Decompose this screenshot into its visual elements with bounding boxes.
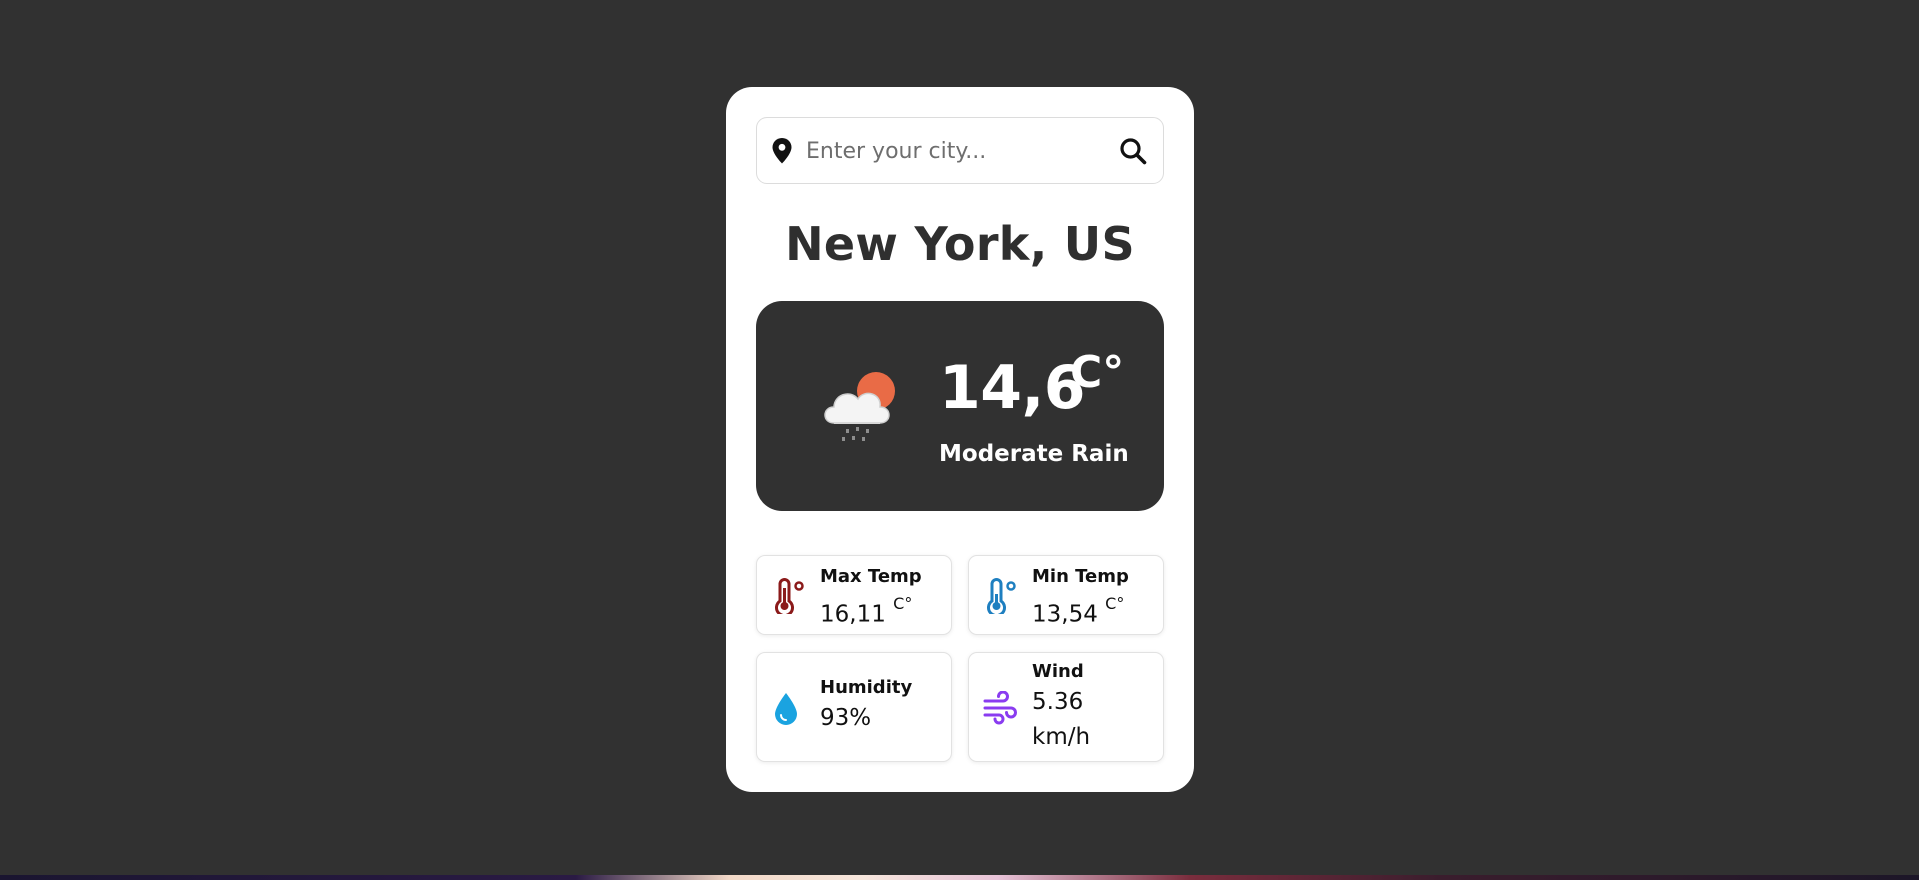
humidity-value: 93% [820, 705, 872, 731]
water-drop-icon [775, 693, 797, 725]
current-weather-panel: 14,6 C° Moderate Rain [756, 301, 1164, 511]
wind-label: Wind [1032, 661, 1084, 682]
location-pin-icon [772, 138, 792, 164]
min-temp-label: Min Temp [1032, 566, 1129, 587]
search-icon[interactable] [1119, 137, 1147, 165]
wind-unit: km/h [1032, 724, 1091, 750]
max-temp-value: 16,11 C° [820, 594, 913, 628]
thermometer-hot-icon [775, 578, 804, 614]
weather-card: New York, US 14,6 C° Moderate Rain [726, 87, 1194, 792]
city-search-input[interactable] [806, 132, 1106, 170]
current-temperature: 14,6 [939, 353, 1086, 423]
wind-tile: Wind 5.36 km/h [968, 652, 1164, 762]
taskbar-strip [0, 875, 1919, 880]
max-temp-tile: Max Temp 16,11 C° [756, 555, 952, 635]
wind-icon [983, 691, 1017, 725]
humidity-tile: Humidity 93% [756, 652, 952, 762]
thermometer-cold-icon [987, 578, 1016, 614]
min-temp-value: 13,54 C° [1032, 594, 1125, 628]
weather-description: Moderate Rain [939, 441, 1129, 467]
city-name: New York, US [785, 217, 1135, 271]
wind-value: 5.36 [1032, 689, 1084, 715]
search-bar [756, 117, 1164, 184]
cloud-sun-rain-icon [824, 372, 895, 441]
humidity-label: Humidity [820, 677, 913, 698]
temperature-unit: C° [1070, 347, 1125, 398]
max-temp-label: Max Temp [820, 566, 922, 587]
min-temp-tile: Min Temp 13,54 C° [968, 555, 1164, 635]
